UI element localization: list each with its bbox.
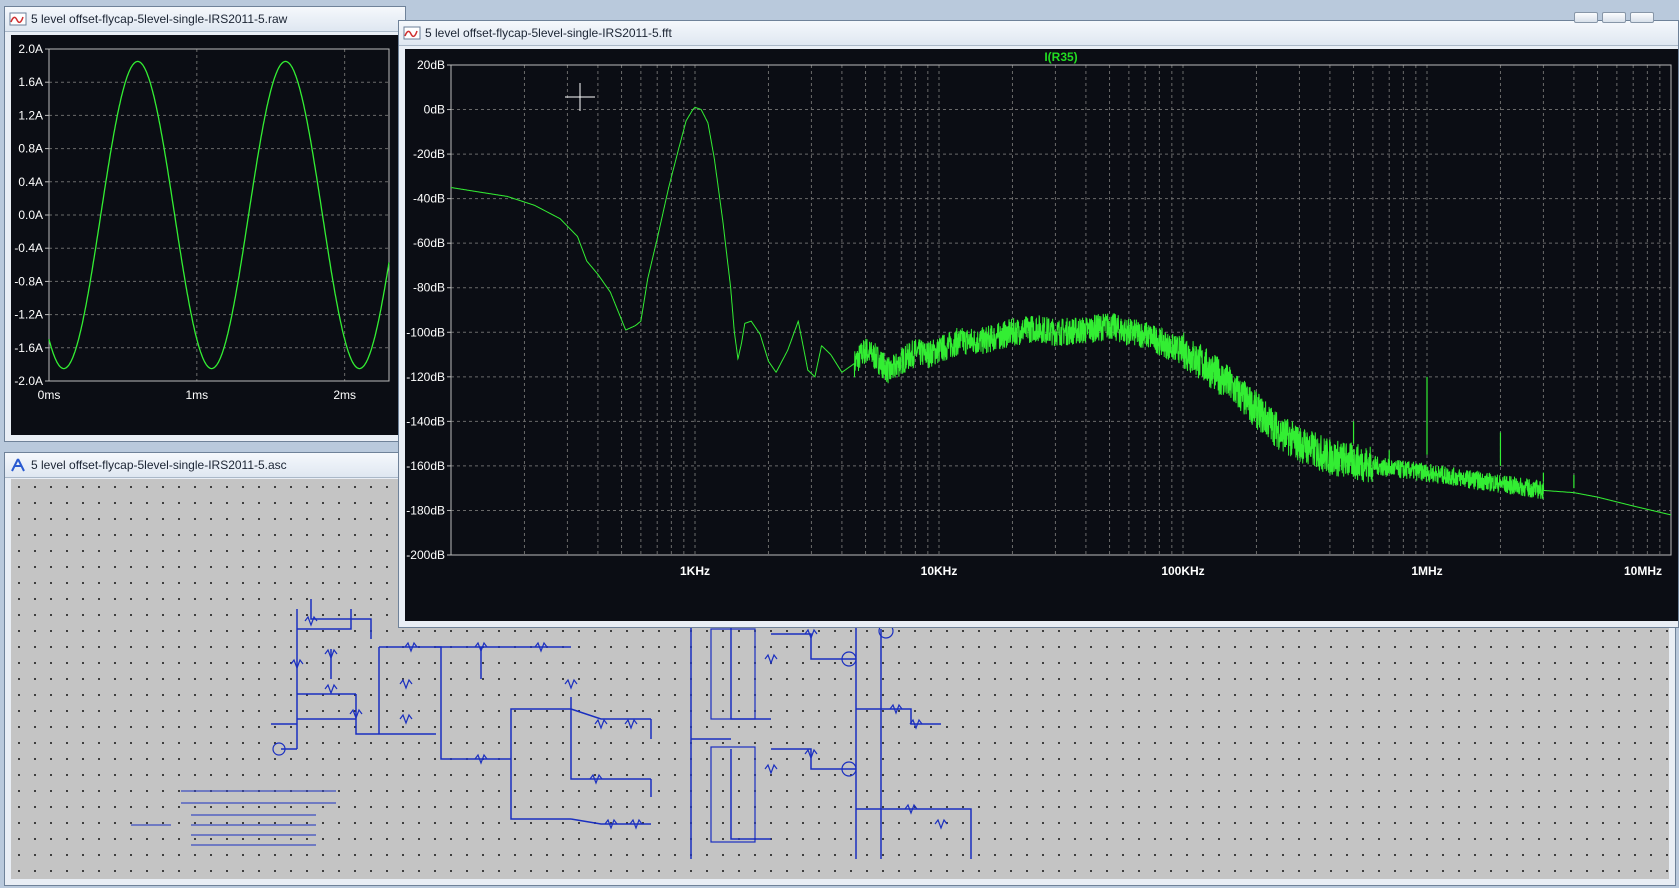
schematic-resistor xyxy=(399,678,413,690)
fft-trace-label: I(R35) xyxy=(1044,50,1077,64)
fft-series-line xyxy=(451,106,1671,516)
transient-x-tick-label: 0ms xyxy=(38,388,61,402)
transient-y-tick-label: -2.0A xyxy=(14,374,43,388)
transient-x-tick-label: 2ms xyxy=(333,388,356,402)
fft-y-tick-label: -160dB xyxy=(406,459,445,473)
schematic-resistor xyxy=(594,718,608,730)
schematic-resistor xyxy=(624,718,638,730)
schematic-resistor xyxy=(764,763,778,775)
fft-y-tick-label: 20dB xyxy=(417,58,445,72)
schematic-ic-block xyxy=(710,746,756,843)
schematic-wire xyxy=(570,708,651,720)
transient-y-tick-label: -1.2A xyxy=(14,308,43,322)
fft-y-tick-label: -100dB xyxy=(406,325,445,339)
fft-x-tick-label: 100KHz xyxy=(1161,564,1204,578)
fft-y-tick-label: -80dB xyxy=(413,281,445,295)
fft-x-tick-label: 1MHz xyxy=(1411,564,1442,578)
fft-x-tick-label: 10MHz xyxy=(1624,564,1662,578)
schematic-resistor xyxy=(324,683,338,695)
transient-y-tick-label: -0.4A xyxy=(14,241,43,255)
transient-y-tick-label: 0.8A xyxy=(18,142,43,156)
transient-chart[interactable]: 2.0A 1.6A 1.2A 0.8A 0.4A 0.0A -0.4A -0.8A -1.2A -… xyxy=(11,35,399,435)
transient-y-tick-label: -1.6A xyxy=(14,341,43,355)
schematic-wire xyxy=(730,749,771,840)
schematic-wire xyxy=(355,694,436,735)
transient-y-tick-label: 2.0A xyxy=(18,42,43,56)
schematic-wire xyxy=(856,708,941,725)
schematic-resistor xyxy=(399,713,413,725)
fft-x-tick-label: 1KHz xyxy=(680,564,710,578)
fft-y-tick-label: -180dB xyxy=(406,503,445,517)
background-close-button[interactable] xyxy=(1630,12,1654,23)
fft-plot-window[interactable]: 5 level offset-flycap-5level-single-IRS2… xyxy=(398,20,1679,628)
waveform-icon xyxy=(9,11,27,27)
transient-y-tick-label: 0.4A xyxy=(18,175,43,189)
fft-plot-area[interactable]: 20dB 0dB -20dB -40dB -60dB -80dB -100dB -120dB -… xyxy=(405,49,1678,621)
fft-y-tick-label: -60dB xyxy=(413,236,445,250)
transient-y-tick-label: -0.8A xyxy=(14,274,43,288)
fft-window-titlebar[interactable]: 5 level offset-flycap-5level-single-IRS2… xyxy=(399,21,1678,46)
waveform-icon xyxy=(403,25,421,41)
fft-y-tick-label: -140dB xyxy=(406,414,445,428)
schematic-ic-block xyxy=(710,628,756,720)
transient-window-title: 5 level offset-flycap-5level-single-IRS2… xyxy=(31,12,288,26)
schematic-icon xyxy=(9,457,27,473)
fft-y-tick-label: -120dB xyxy=(406,370,445,384)
transient-plot-area[interactable]: 2.0A 1.6A 1.2A 0.8A 0.4A 0.0A -0.4A -0.8A -1.2A -… xyxy=(11,35,399,435)
schematic-wire xyxy=(570,697,651,780)
fft-y-tick-label: -40dB xyxy=(413,192,445,206)
transient-x-tick-label: 1ms xyxy=(185,388,208,402)
background-minimize-button[interactable] xyxy=(1574,12,1598,23)
schematic-wire xyxy=(510,708,571,759)
transient-y-tick-label: 0.0A xyxy=(18,208,43,222)
fft-x-tick-label: 10KHz xyxy=(921,564,958,578)
transient-y-tick-label: 1.6A xyxy=(18,75,43,89)
schematic-wire xyxy=(730,619,771,720)
transient-window-titlebar[interactable]: 5 level offset-flycap-5level-single-IRS2… xyxy=(5,7,405,32)
schematic-resistor xyxy=(764,653,778,665)
schematic-wire xyxy=(310,599,372,639)
background-maximize-button[interactable] xyxy=(1602,12,1626,23)
fft-y-tick-label: -200dB xyxy=(406,548,445,562)
schematic-window-title: 5 level offset-flycap-5level-single-IRS2… xyxy=(31,458,287,472)
transient-plot-window[interactable]: 5 level offset-flycap-5level-single-IRS2… xyxy=(4,6,406,442)
fft-y-tick-label: -20dB xyxy=(413,147,445,161)
transient-y-tick-label: 1.2A xyxy=(18,108,43,122)
schematic-resistor xyxy=(934,818,948,830)
fft-chart[interactable]: 20dB 0dB -20dB -40dB -60dB -80dB -100dB -120dB -… xyxy=(405,49,1679,623)
fft-y-tick-label: 0dB xyxy=(424,103,445,117)
schematic-wire xyxy=(510,759,571,820)
fft-window-title: 5 level offset-flycap-5level-single-IRS2… xyxy=(425,26,672,40)
schematic-wire xyxy=(440,729,511,760)
crosshair-cursor-icon xyxy=(565,83,595,111)
schematic-wire xyxy=(856,808,972,859)
schematic-resistor xyxy=(564,678,578,690)
